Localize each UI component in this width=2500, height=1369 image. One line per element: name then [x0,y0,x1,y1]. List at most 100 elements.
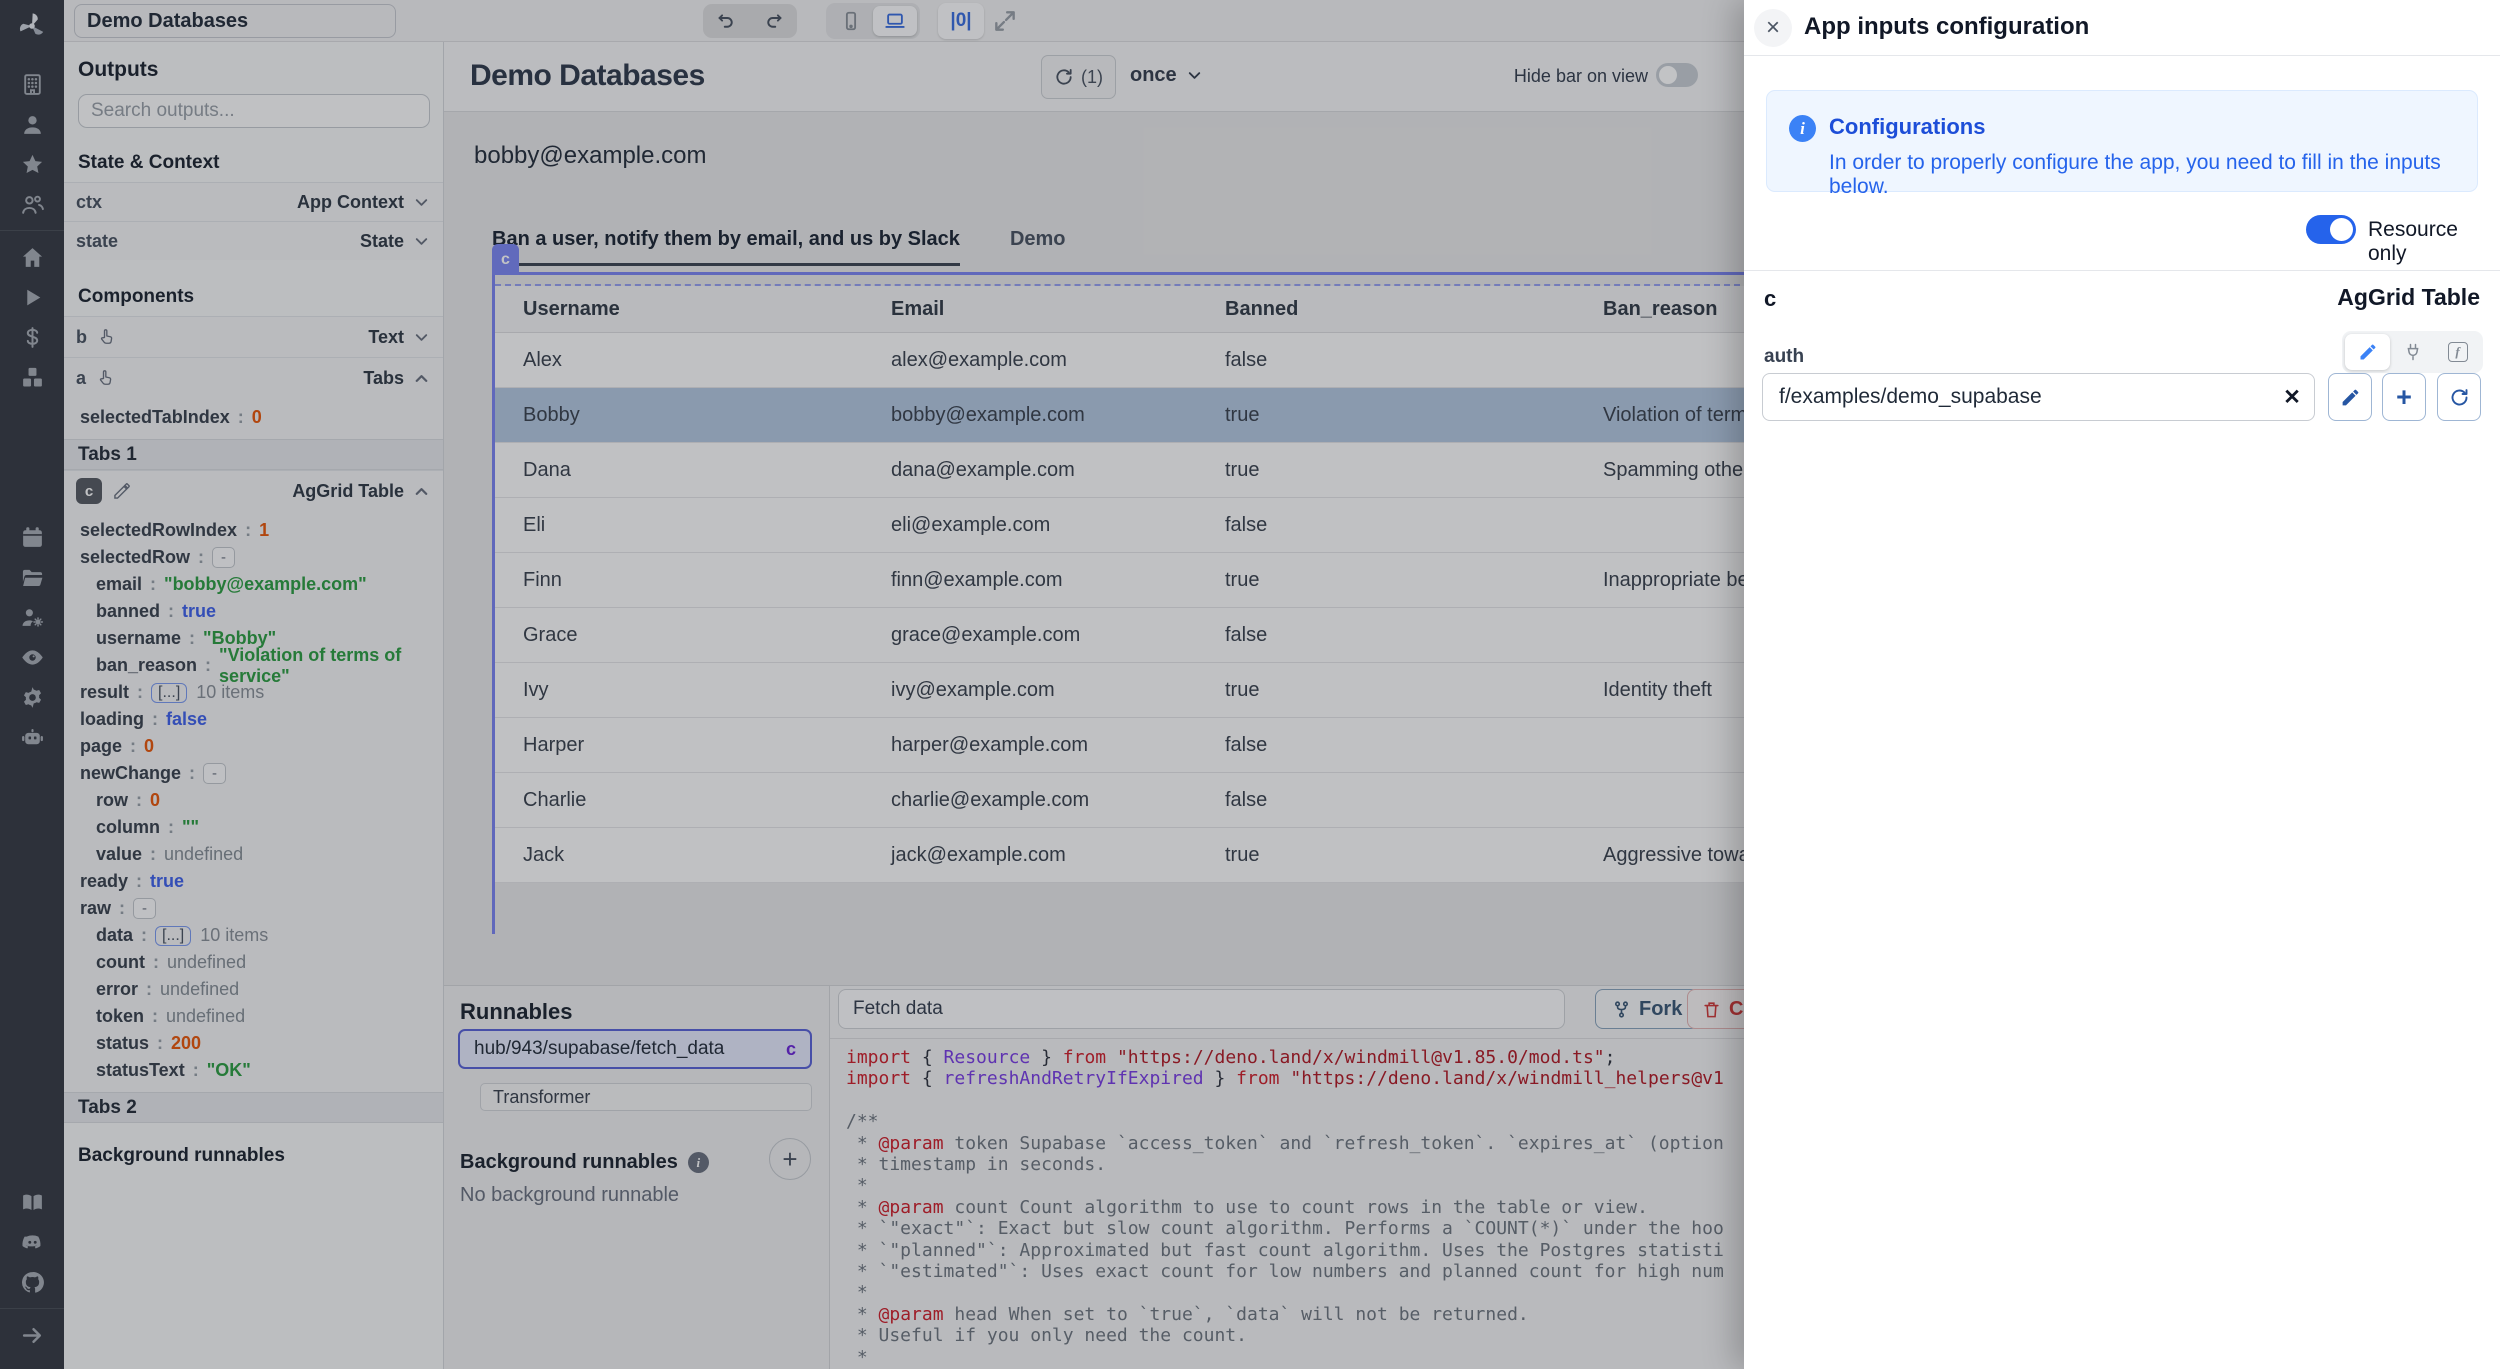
property-value: true [182,601,216,622]
resource-only-toggle[interactable] [2306,215,2356,244]
sidebar-item-gear[interactable] [12,677,52,717]
component-selection-badge[interactable]: c [492,244,519,275]
property-row: data:[...]10 items [64,922,443,949]
sidebar-item-eye[interactable] [12,637,52,677]
property-value[interactable]: - [133,898,156,919]
sidebar-item-cubes[interactable] [12,357,52,397]
column-header-ban_reason[interactable]: Ban_reason [1575,286,1750,332]
code-line [846,1090,1744,1111]
outputs-panel: Outputs State & Context ctxApp Contextst… [64,42,444,1369]
property-value: undefined [160,979,239,1000]
chevron-down-icon[interactable] [412,328,431,347]
table-row[interactable]: Danadana@example.comtrueSpamming other u [495,443,1750,498]
refresh-resource-button[interactable] [2437,373,2481,421]
sidebar-item-users[interactable] [12,184,52,224]
table-row[interactable]: Charliecharlie@example.comfalse [495,773,1750,828]
cell-email: harper@example.com [863,718,1197,772]
sidebar-item-building[interactable] [12,64,52,104]
cell-email: ivy@example.com [863,663,1197,717]
property-row: value:undefined [64,841,443,868]
add-background-runnable-button[interactable]: + [769,1138,811,1180]
chevron-up-icon[interactable] [412,482,431,501]
auth-field-label: auth [1764,346,1804,368]
table-row[interactable]: Jackjack@example.comtrueAggressive towar… [495,828,1750,883]
eval-mode-button[interactable]: f [2435,334,2480,370]
clear-resource-icon[interactable]: ✕ [2270,385,2314,410]
chevron-down-icon[interactable] [412,232,431,251]
windmill-logo-icon[interactable] [16,10,48,42]
close-icon[interactable]: × [1754,9,1792,47]
table-row[interactable]: Harperharper@example.comfalse [495,718,1750,773]
property-row: ready:true [64,868,443,895]
sidebar-item-book[interactable] [12,1182,52,1222]
search-outputs-input[interactable] [78,94,430,128]
table-row[interactable]: Elieli@example.comfalse [495,498,1750,553]
sidebar-item-calendar[interactable] [12,517,52,557]
runnable-component-badge: c [786,1039,796,1060]
table-row[interactable]: Alexalex@example.comfalse [495,333,1750,388]
code-editor[interactable]: import { Resource } from "https://deno.l… [846,1047,1744,1369]
refresh-app-button[interactable]: (1) [1041,55,1116,99]
redo-icon[interactable] [763,11,784,32]
property-value[interactable]: - [203,763,226,784]
selected-grid-component[interactable]: c UsernameEmailBannedBan_reason Alexalex… [492,272,1750,934]
column-header-banned[interactable]: Banned [1197,286,1575,332]
sidebar-item-discord[interactable] [12,1222,52,1262]
sidebar-item-user-gear[interactable] [12,597,52,637]
property-value[interactable]: [...] [151,683,187,703]
tabs-group-header: Tabs 1 [64,439,443,470]
runnable-name-input[interactable] [838,989,1565,1029]
fork-button[interactable]: Fork [1595,989,1699,1029]
component-row-c[interactable]: cAgGrid Table [64,470,443,511]
center-canvas-button[interactable]: |0| [938,3,984,39]
output-row-state[interactable]: stateState [64,221,443,260]
desktop-preview-button[interactable] [873,6,917,36]
component-row-a[interactable]: aTabs [64,357,443,398]
tabs-component: Ban a user, notify them by email, and us… [492,228,1066,266]
hand-icon [97,327,117,347]
sidebar-item-play[interactable] [12,277,52,317]
tab-0[interactable]: Ban a user, notify them by email, and us… [492,228,960,266]
output-row-ctx[interactable]: ctxApp Context [64,182,443,221]
cell-banned: true [1197,388,1575,442]
text-component[interactable]: bobby@example.com [474,142,706,170]
runnable-item-selected[interactable]: hub/943/supabase/fetch_data c [458,1029,812,1069]
sidebar-item-github[interactable] [12,1262,52,1302]
fullscreen-button[interactable] [992,8,1018,34]
component-row-b[interactable]: bText [64,316,443,357]
table-row[interactable]: Finnfinn@example.comtrueInappropriate be… [495,553,1750,608]
column-header-email[interactable]: Email [863,286,1197,332]
app-name-input[interactable] [74,4,396,38]
clear-button[interactable]: Cl [1687,989,1744,1029]
collapse-sidebar-button[interactable] [12,1315,52,1355]
sidebar-item-folder[interactable] [12,557,52,597]
undo-icon[interactable] [716,11,737,32]
edit-resource-button[interactable] [2328,373,2372,421]
sidebar-item-user[interactable] [12,104,52,144]
sidebar-item-star[interactable] [12,144,52,184]
property-value[interactable]: - [212,547,235,568]
sidebar-item-robot[interactable] [12,717,52,757]
static-mode-button[interactable] [2345,334,2390,370]
connect-mode-button[interactable] [2390,334,2435,370]
table-row[interactable]: Ivyivy@example.comtrueIdentity theft [495,663,1750,718]
resource-path-input[interactable] [1763,385,2270,409]
property-value: 200 [171,1033,201,1054]
property-value: "Violation of terms of service" [219,645,443,687]
transformer-item[interactable]: Transformer [480,1083,812,1111]
column-header-username[interactable]: Username [495,286,863,332]
pencil-icon [112,481,132,501]
tab-1[interactable]: Demo [1010,228,1066,266]
chevron-up-icon[interactable] [412,369,431,388]
chevron-down-icon[interactable] [412,193,431,212]
table-row[interactable]: Bobbybobby@example.comtrueViolation of t… [495,388,1750,443]
sidebar-item-home[interactable] [12,237,52,277]
mobile-preview-button[interactable] [829,6,873,36]
table-row[interactable]: Gracegrace@example.comfalse [495,608,1750,663]
add-resource-button[interactable]: + [2382,373,2426,421]
hide-bar-toggle[interactable] [1656,63,1698,87]
property-value[interactable]: [...] [155,926,191,946]
sidebar-item-dollar[interactable] [12,317,52,357]
schedule-dropdown[interactable]: once [1130,64,1204,87]
cell-banned: true [1197,663,1575,717]
